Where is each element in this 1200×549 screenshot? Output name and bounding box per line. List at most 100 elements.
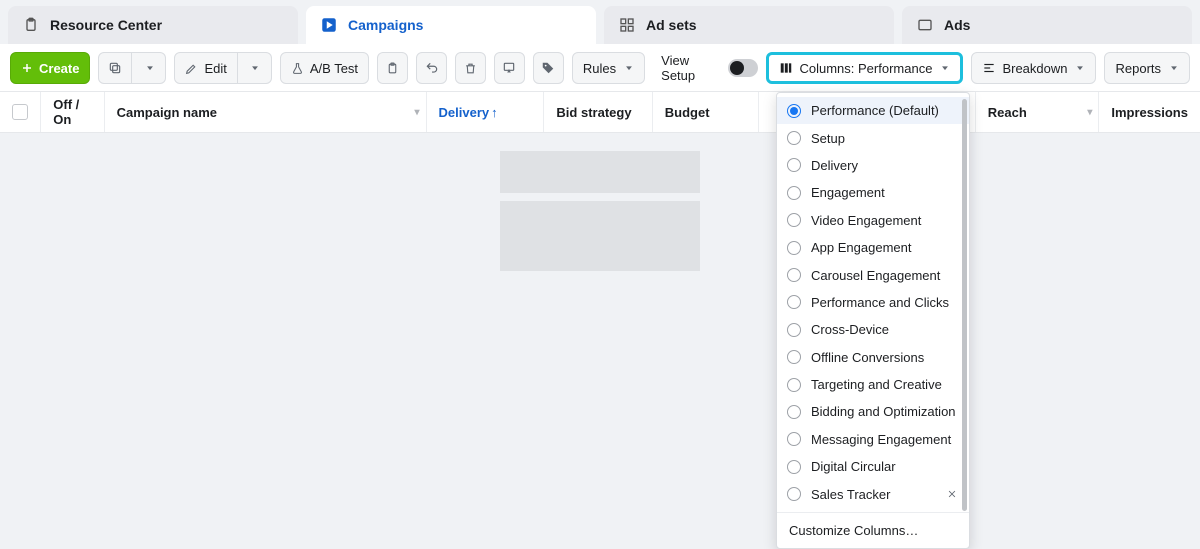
columns-preset-label: App Engagement bbox=[811, 240, 911, 255]
columns-preset-item[interactable]: Delivery bbox=[777, 152, 969, 179]
columns-preset-item[interactable]: Offline Conversions bbox=[777, 344, 969, 371]
tab-ads[interactable]: Ads bbox=[902, 6, 1192, 44]
columns-button[interactable]: Columns: Performance bbox=[766, 52, 963, 84]
columns-preset-item[interactable]: Digital Circular bbox=[777, 453, 969, 480]
columns-preset-item[interactable]: Performance and Clicks bbox=[777, 289, 969, 316]
button-label: Create bbox=[39, 61, 79, 76]
radio-icon bbox=[787, 350, 801, 364]
column-header-checkbox[interactable] bbox=[0, 92, 41, 132]
caret-down-icon bbox=[1169, 63, 1179, 73]
tab-campaigns[interactable]: Campaigns bbox=[306, 6, 596, 44]
columns-preset-label: Performance and Clicks bbox=[811, 295, 949, 310]
button-label: Breakdown bbox=[1002, 61, 1067, 76]
tag-button[interactable] bbox=[533, 52, 564, 84]
button-label: Reports bbox=[1115, 61, 1161, 76]
columns-preset-item[interactable]: Messaging Engagement bbox=[777, 426, 969, 453]
columns-preset-item[interactable]: Setup bbox=[777, 124, 969, 151]
copy-button[interactable] bbox=[377, 52, 408, 84]
column-header-campaign-name[interactable]: Campaign name ▾ bbox=[105, 92, 427, 132]
data-table: Off / On Campaign name ▾ Delivery ↑ Bid … bbox=[0, 92, 1200, 133]
columns-preset-item[interactable]: App Engagement bbox=[777, 234, 969, 261]
columns-preset-label: Video Engagement bbox=[811, 213, 921, 228]
duplicate-button-group bbox=[98, 52, 166, 84]
columns-preset-item[interactable]: Video Engagement bbox=[777, 207, 969, 234]
reports-button[interactable]: Reports bbox=[1104, 52, 1190, 84]
flask-icon bbox=[291, 62, 304, 75]
radio-icon bbox=[787, 323, 801, 337]
view-setup-label: View Setup bbox=[661, 53, 720, 83]
caret-down-icon bbox=[624, 63, 634, 73]
breakdown-button[interactable]: Breakdown bbox=[971, 52, 1096, 84]
column-header-bid-strategy[interactable]: Bid strategy bbox=[544, 92, 652, 132]
caret-down-icon bbox=[250, 63, 260, 73]
columns-preset-item[interactable]: Sales Tracker bbox=[777, 480, 969, 507]
ab-test-button[interactable]: A/B Test bbox=[280, 52, 369, 84]
duplicate-icon bbox=[108, 61, 122, 75]
columns-preset-item[interactable]: Cross-Device bbox=[777, 316, 969, 343]
column-header-reach[interactable]: Reach ▾ bbox=[976, 92, 1100, 132]
campaign-icon bbox=[320, 16, 338, 34]
column-header-budget[interactable]: Budget bbox=[653, 92, 759, 132]
undo-icon bbox=[425, 61, 439, 75]
radio-icon bbox=[787, 432, 801, 446]
columns-preset-item[interactable]: Bidding and Optimization bbox=[777, 398, 969, 425]
radio-icon bbox=[787, 186, 801, 200]
select-all-checkbox[interactable] bbox=[12, 104, 28, 120]
tag-icon bbox=[541, 61, 555, 75]
columns-preset-label: Digital Circular bbox=[811, 459, 896, 474]
duplicate-more-button[interactable] bbox=[132, 52, 166, 84]
caret-down-icon bbox=[940, 63, 950, 73]
caret-down-icon: ▾ bbox=[1087, 107, 1092, 118]
radio-icon bbox=[787, 268, 801, 282]
column-header-impressions[interactable]: Impressions bbox=[1099, 92, 1200, 132]
clipboard-icon bbox=[22, 16, 40, 34]
edit-more-button[interactable] bbox=[238, 52, 272, 84]
table-header-row: Off / On Campaign name ▾ Delivery ↑ Bid … bbox=[0, 92, 1200, 132]
radio-icon bbox=[787, 241, 801, 255]
export-button[interactable] bbox=[494, 52, 525, 84]
edit-button[interactable]: Edit bbox=[174, 52, 237, 84]
columns-preset-item[interactable]: Carousel Engagement bbox=[777, 261, 969, 288]
scrollbar[interactable] bbox=[962, 99, 967, 511]
columns-preset-item[interactable]: Targeting and Creative bbox=[777, 371, 969, 398]
customize-columns-item[interactable]: Customize Columns… bbox=[777, 512, 969, 548]
rules-button[interactable]: Rules bbox=[572, 52, 645, 84]
columns-preset-label: Messaging Engagement bbox=[811, 432, 951, 447]
columns-preset-label: Offline Conversions bbox=[811, 350, 924, 365]
edit-button-group: Edit bbox=[174, 52, 271, 84]
view-setup-toggle-group: View Setup bbox=[661, 53, 758, 83]
view-setup-toggle[interactable] bbox=[728, 59, 759, 77]
radio-icon bbox=[787, 460, 801, 474]
tab-label: Campaigns bbox=[348, 17, 423, 33]
pencil-icon bbox=[185, 62, 198, 75]
caret-down-icon: ▾ bbox=[414, 107, 419, 118]
columns-preset-item[interactable]: Engagement bbox=[777, 179, 969, 206]
column-header-off-on[interactable]: Off / On bbox=[41, 92, 104, 132]
tab-ad-sets[interactable]: Ad sets bbox=[604, 6, 894, 44]
remove-preset-button[interactable] bbox=[945, 487, 959, 501]
columns-preset-label: Bidding and Optimization bbox=[811, 404, 956, 419]
tab-resource-center[interactable]: Resource Center bbox=[8, 6, 298, 44]
export-icon bbox=[502, 61, 516, 75]
columns-preset-label: Cross-Device bbox=[811, 322, 889, 337]
top-tab-bar: Resource Center Campaigns Ad sets Ads bbox=[0, 0, 1200, 44]
create-button[interactable]: Create bbox=[10, 52, 90, 84]
breakdown-icon bbox=[982, 61, 996, 75]
button-label: A/B Test bbox=[310, 61, 358, 76]
radio-icon bbox=[787, 405, 801, 419]
duplicate-button[interactable] bbox=[98, 52, 132, 84]
radio-icon bbox=[787, 131, 801, 145]
radio-icon bbox=[787, 378, 801, 392]
button-label: Rules bbox=[583, 61, 616, 76]
delete-button[interactable] bbox=[455, 52, 486, 84]
loading-skeleton bbox=[500, 201, 700, 271]
button-label: Columns: Performance bbox=[799, 61, 932, 76]
undo-button[interactable] bbox=[416, 52, 447, 84]
tab-label: Resource Center bbox=[50, 17, 162, 33]
columns-preset-item[interactable]: Performance (Default) bbox=[777, 97, 969, 124]
columns-dropdown-menu: Performance (Default)SetupDeliveryEngage… bbox=[776, 92, 970, 549]
columns-icon bbox=[779, 61, 793, 75]
plus-icon bbox=[21, 62, 33, 74]
sort-ascending-icon: ↑ bbox=[491, 105, 498, 120]
column-header-delivery[interactable]: Delivery ↑ bbox=[427, 92, 545, 132]
